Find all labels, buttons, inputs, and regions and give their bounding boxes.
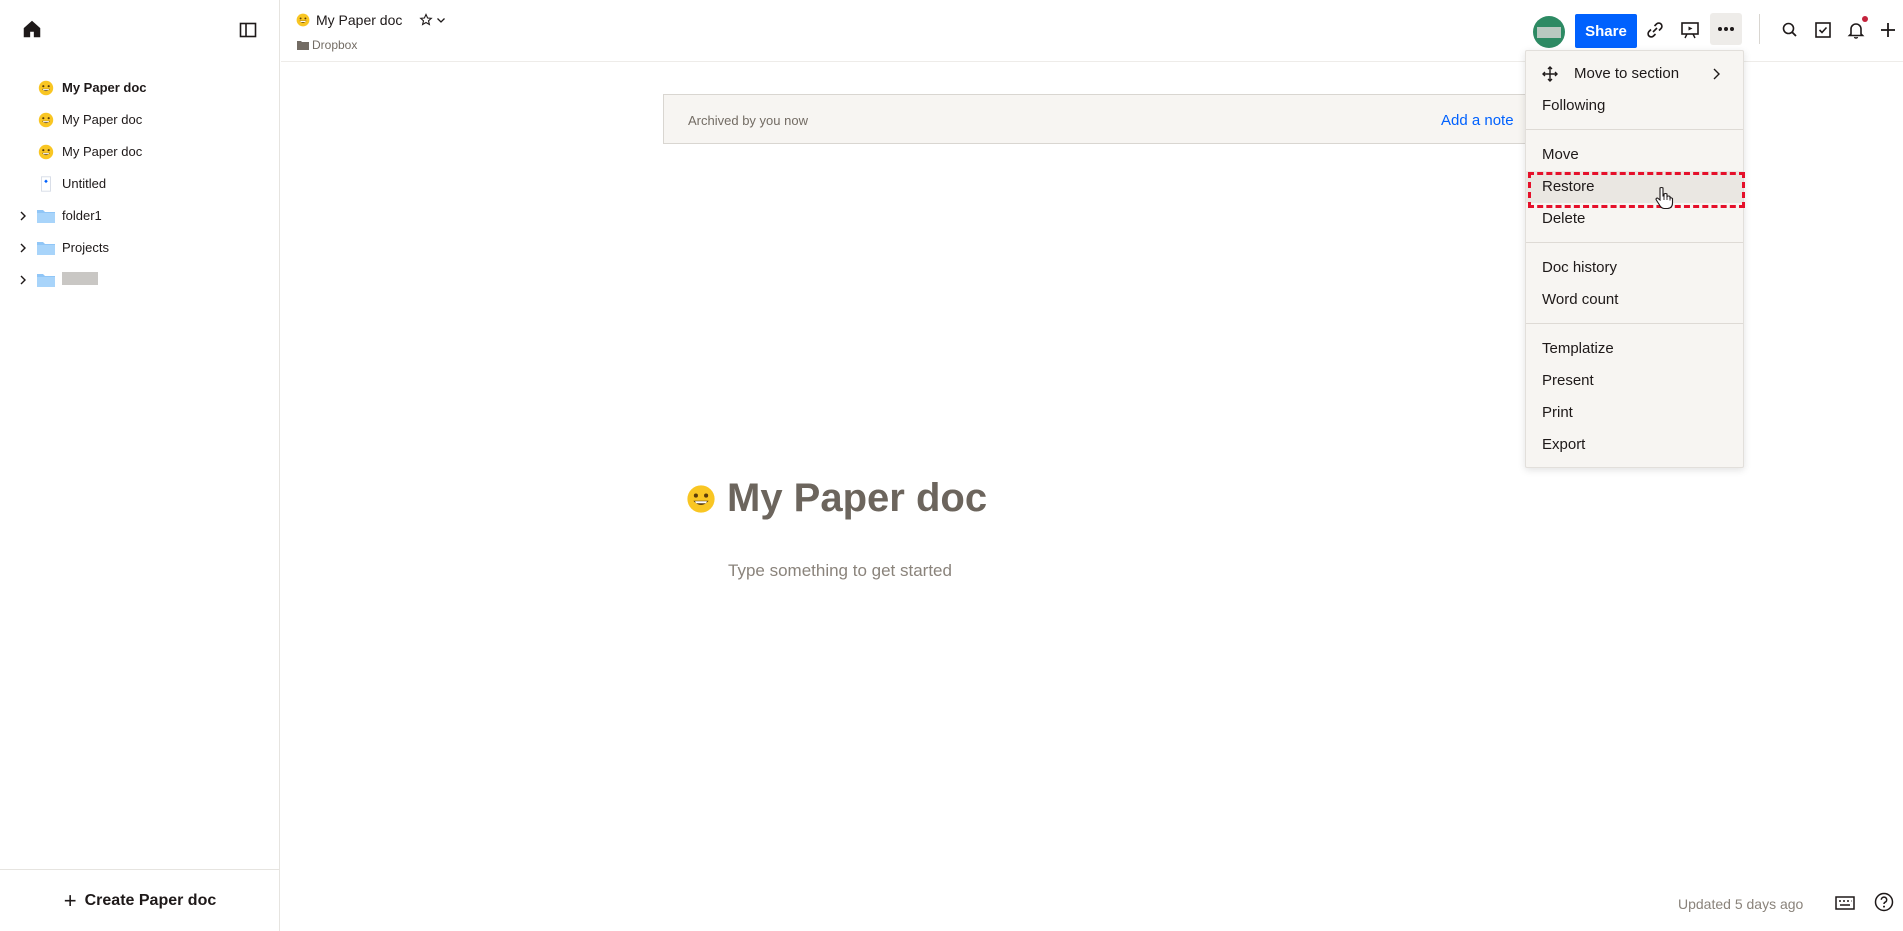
menu-item-label: Move to section — [1574, 65, 1680, 82]
sidebar-item-label: My Paper doc — [62, 144, 143, 159]
document-body-placeholder[interactable]: Type something to get started — [728, 561, 952, 581]
sidebar-header — [0, 0, 280, 60]
emoji-grin-icon — [687, 484, 715, 513]
bell-icon[interactable] — [1845, 19, 1867, 41]
menu-item-label: Restore — [1542, 178, 1595, 195]
menu-item-label: Doc history — [1542, 259, 1618, 276]
more-options-menu: Move to section Following Move Restore D… — [1525, 50, 1745, 468]
sidebar-tree: My Paper doc My Paper doc My Paper doc U… — [0, 72, 280, 296]
add-note-link[interactable]: Add a note — [1441, 112, 1514, 129]
star-icon[interactable] — [419, 13, 433, 27]
emoji-grin-icon — [38, 144, 54, 160]
sidebar-item-my-paper-doc-1[interactable]: My Paper doc — [0, 72, 280, 104]
chevron-right-icon[interactable] — [16, 241, 30, 255]
home-icon[interactable] — [21, 18, 43, 40]
create-paper-doc-button[interactable]: + Create Paper doc — [0, 869, 280, 931]
folder-icon — [37, 274, 55, 287]
emoji-grin-icon — [38, 112, 54, 128]
folder-icon — [37, 210, 55, 223]
more-options-button[interactable] — [1710, 13, 1742, 45]
menu-item-restore[interactable]: Restore — [1526, 171, 1745, 208]
archived-text: Archived by you now — [688, 113, 808, 128]
plus-icon[interactable] — [1877, 19, 1899, 41]
share-button[interactable]: Share — [1575, 14, 1637, 48]
sidebar-item-label: Untitled — [62, 176, 107, 191]
menu-item-print[interactable]: Print — [1526, 397, 1743, 429]
plus-icon: + — [63, 887, 77, 913]
menu-item-move[interactable]: Move — [1526, 139, 1743, 171]
link-icon[interactable] — [1644, 19, 1666, 41]
avatar[interactable] — [1533, 16, 1565, 48]
sidebar-item-my-paper-doc-3[interactable]: My Paper doc — [0, 136, 280, 168]
create-paper-doc-label: Create Paper doc — [84, 891, 217, 909]
avatar-redacted — [1537, 27, 1561, 38]
search-icon[interactable] — [1779, 19, 1801, 41]
chevron-right-icon — [1713, 68, 1720, 80]
menu-item-label: Word count — [1542, 291, 1619, 308]
checklist-icon[interactable] — [1812, 19, 1834, 41]
updated-timestamp: Updated 5 days ago — [1678, 896, 1804, 912]
folder-small-icon — [297, 41, 309, 50]
sidebar-item-label-redacted — [62, 272, 98, 288]
menu-item-label: Present — [1542, 372, 1594, 389]
menu-item-label: Move — [1542, 146, 1579, 163]
sidebar-item-my-paper-doc-2[interactable]: My Paper doc — [0, 104, 280, 136]
chevron-right-icon[interactable] — [16, 273, 30, 287]
menu-item-following[interactable]: Following — [1526, 90, 1743, 122]
archived-banner: Archived by you now Add a note — [663, 94, 1543, 144]
document-title[interactable]: My Paper doc — [684, 476, 987, 521]
document-title-text: My Paper doc — [727, 476, 988, 520]
chevron-down-icon[interactable] — [435, 14, 447, 26]
emoji-grin-icon — [38, 80, 54, 96]
menu-item-label: Export — [1542, 436, 1586, 453]
chevron-right-icon[interactable] — [16, 209, 30, 223]
menu-item-delete[interactable]: Delete — [1526, 203, 1743, 235]
doc-title-text: My Paper doc — [316, 12, 403, 28]
menu-item-label: Following — [1542, 97, 1606, 114]
redacted-text — [62, 272, 98, 285]
doc-title[interactable]: My Paper doc — [295, 12, 402, 28]
sidebar-item-label: My Paper doc — [62, 80, 147, 95]
present-icon[interactable] — [1679, 19, 1701, 41]
toolbar-divider — [1759, 14, 1760, 44]
breadcrumb[interactable]: Dropbox — [297, 38, 357, 52]
menu-item-present[interactable]: Present — [1526, 365, 1743, 397]
keyboard-icon[interactable] — [1834, 894, 1856, 912]
breadcrumb-label: Dropbox — [312, 38, 358, 52]
more-horizontal-icon — [1718, 27, 1734, 31]
folder-icon — [37, 242, 55, 255]
menu-divider — [1526, 129, 1743, 130]
menu-item-export[interactable]: Export — [1526, 429, 1743, 461]
menu-divider — [1526, 323, 1743, 324]
menu-item-templatize[interactable]: Templatize — [1526, 333, 1743, 365]
sidebar-item-label: My Paper doc — [62, 112, 143, 127]
sidebar-item-label: folder1 — [62, 208, 102, 223]
sidebar: My Paper doc My Paper doc My Paper doc U… — [0, 0, 280, 931]
menu-item-word-count[interactable]: Word count — [1526, 284, 1743, 316]
sidebar-item-untitled[interactable]: Untitled — [0, 168, 280, 200]
sidebar-toggle-icon[interactable] — [238, 20, 258, 40]
menu-item-doc-history[interactable]: Doc history — [1526, 252, 1743, 284]
sidebar-item-folder1[interactable]: folder1 — [0, 200, 280, 232]
doc-icon — [41, 176, 51, 192]
menu-item-move-to-section[interactable]: Move to section — [1526, 58, 1743, 90]
menu-divider — [1526, 242, 1743, 243]
move-arrows-icon — [1542, 66, 1558, 82]
menu-item-label: Print — [1542, 404, 1573, 421]
sidebar-item-redacted-folder[interactable] — [0, 264, 280, 296]
menu-item-label: Templatize — [1542, 340, 1614, 357]
sidebar-item-projects[interactable]: Projects — [0, 232, 280, 264]
emoji-grin-icon — [296, 13, 310, 27]
sidebar-item-label: Projects — [62, 240, 109, 255]
menu-item-label: Delete — [1542, 210, 1586, 227]
notification-badge — [1862, 16, 1868, 22]
help-icon[interactable] — [1873, 891, 1895, 913]
